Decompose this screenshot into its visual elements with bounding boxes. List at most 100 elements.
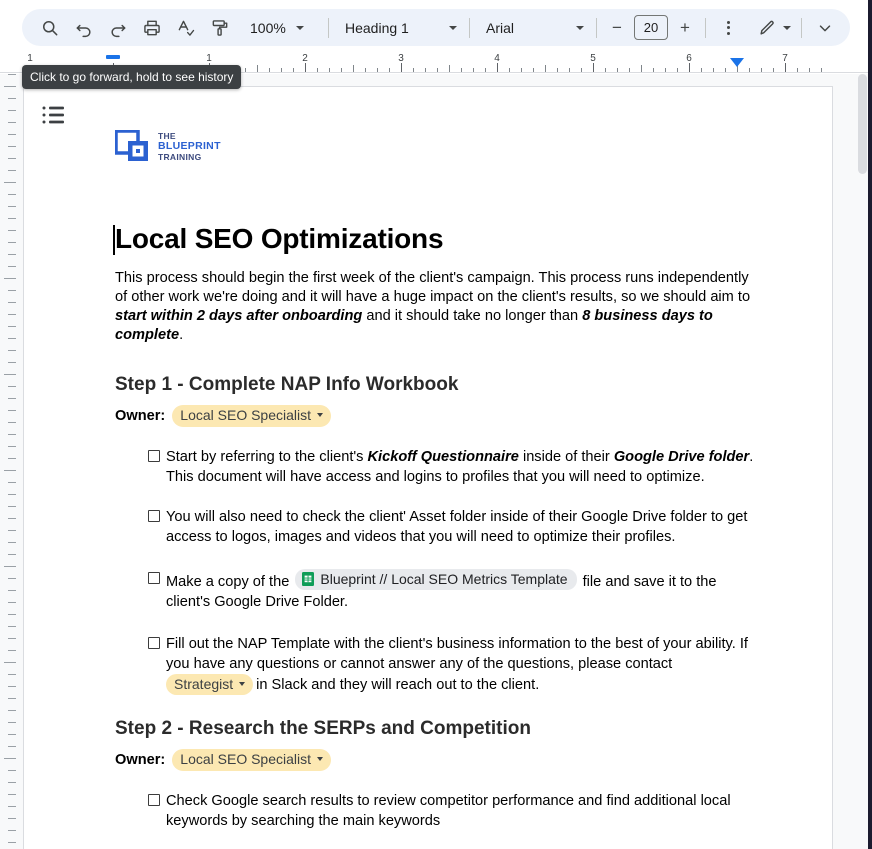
file-chip[interactable]: Blueprint // Local SEO Metrics Template bbox=[295, 568, 577, 590]
checklist: Check Google search results to review co… bbox=[115, 791, 755, 831]
font-size-stepper: − + bbox=[605, 15, 697, 40]
strategist-chip[interactable]: Strategist bbox=[166, 673, 254, 695]
font-family-value: Arial bbox=[486, 19, 515, 36]
hide-menus-chevron-icon[interactable] bbox=[810, 14, 840, 42]
vertical-ruler-tick bbox=[8, 290, 16, 291]
chevron-down-icon bbox=[783, 25, 791, 30]
blueprint-logo-mark bbox=[115, 130, 148, 161]
redo-icon[interactable] bbox=[104, 14, 132, 42]
file-chip-label: Blueprint // Local SEO Metrics Template bbox=[320, 570, 568, 587]
vertical-ruler-tick bbox=[8, 422, 16, 423]
vertical-ruler-tick bbox=[8, 734, 16, 735]
toolbar-right-group bbox=[751, 14, 850, 42]
vertical-ruler-tick bbox=[8, 554, 16, 555]
owner-chip[interactable]: Local SEO Specialist bbox=[172, 748, 332, 771]
vertical-ruler-tick bbox=[8, 770, 16, 771]
ruler-tick bbox=[641, 65, 642, 72]
document-canvas: THE BLUEPRINT TRAINING Local SEO Optimiz… bbox=[0, 74, 872, 849]
owner-chip[interactable]: Local SEO Specialist bbox=[172, 404, 332, 427]
paint-format-icon[interactable] bbox=[206, 14, 234, 42]
vertical-ruler-tick bbox=[8, 710, 16, 711]
left-indent-marker[interactable] bbox=[106, 55, 120, 59]
list-item[interactable]: Check Google search results to review co… bbox=[147, 791, 755, 831]
paragraph-style-value: Heading 1 bbox=[345, 19, 409, 36]
chevron-down-icon bbox=[576, 25, 584, 30]
vertical-ruler-tick bbox=[8, 806, 16, 807]
document-outline-icon[interactable] bbox=[41, 104, 67, 126]
search-icon[interactable] bbox=[36, 14, 64, 42]
ruler-tick bbox=[449, 65, 450, 72]
zoom-level-value: 100% bbox=[250, 19, 286, 36]
item-part-2: in Slack and they will reach out to the … bbox=[256, 676, 540, 693]
vertical-ruler-tick bbox=[8, 698, 16, 699]
undo-icon[interactable] bbox=[70, 14, 98, 42]
list-item[interactable]: Start by referring to the client's Kicko… bbox=[147, 447, 755, 487]
vertical-ruler-tick bbox=[8, 650, 16, 651]
vertical-ruler-tick bbox=[8, 218, 16, 219]
strategist-chip-label: Strategist bbox=[174, 675, 234, 692]
checkbox[interactable] bbox=[147, 449, 160, 462]
vertical-ruler-tick bbox=[8, 686, 16, 687]
vertical-ruler-tick bbox=[8, 110, 16, 111]
blueprint-training-logo: THE BLUEPRINT TRAINING bbox=[115, 129, 755, 165]
logo-line-3: TRAINING bbox=[158, 151, 202, 162]
vertical-scrollbar-thumb[interactable] bbox=[858, 74, 867, 174]
ruler-number: 1 bbox=[27, 53, 33, 64]
toolbar-region: 100% Heading 1 Arial − + bbox=[0, 0, 872, 52]
vertical-ruler-tick bbox=[8, 782, 16, 783]
vertical-ruler-tick bbox=[8, 398, 16, 399]
checklist: Start by referring to the client's Kicko… bbox=[115, 447, 755, 695]
vertical-ruler-tick bbox=[8, 122, 16, 123]
vertical-ruler-tick bbox=[4, 182, 16, 183]
zoom-level-select[interactable]: 100% bbox=[242, 14, 320, 42]
paragraph-style-select[interactable]: Heading 1 bbox=[337, 14, 461, 42]
vertical-ruler-tick bbox=[8, 326, 16, 327]
list-item[interactable]: You will also need to check the client' … bbox=[147, 507, 755, 547]
vertical-ruler-tick bbox=[4, 470, 16, 471]
font-size-input[interactable] bbox=[634, 15, 668, 40]
vertical-ruler bbox=[0, 74, 22, 849]
item-part-1: Check Google search results to review co… bbox=[166, 792, 731, 829]
font-family-select[interactable]: Arial bbox=[478, 14, 588, 42]
vertical-scrollbar[interactable] bbox=[856, 74, 868, 849]
ruler-tick bbox=[689, 63, 690, 72]
document-page[interactable]: THE BLUEPRINT TRAINING Local SEO Optimiz… bbox=[23, 86, 833, 849]
vertical-ruler-tick bbox=[8, 242, 16, 243]
ruler-tick bbox=[785, 63, 786, 72]
vertical-ruler-tick bbox=[8, 842, 16, 843]
toolbar-divider bbox=[328, 17, 329, 38]
vertical-ruler-tick bbox=[8, 230, 16, 231]
intro-part-1: This process should begin the first week… bbox=[115, 270, 751, 306]
item-part-1: You will also need to check the client' … bbox=[166, 508, 748, 545]
checkbox[interactable] bbox=[147, 636, 160, 649]
checkbox[interactable] bbox=[147, 509, 160, 522]
more-options-icon[interactable] bbox=[714, 14, 742, 42]
item-part-2: inside of their bbox=[518, 448, 614, 465]
toolbar-divider bbox=[705, 17, 706, 38]
vertical-ruler-tick bbox=[4, 566, 16, 567]
chevron-down-icon bbox=[317, 413, 324, 418]
vertical-ruler-tick bbox=[8, 578, 16, 579]
editing-mode-pencil-icon bbox=[760, 20, 774, 35]
vertical-ruler-tick bbox=[4, 374, 16, 375]
chevron-down-icon bbox=[295, 25, 304, 30]
editing-mode-button[interactable] bbox=[751, 14, 793, 42]
google-docs-window: 100% Heading 1 Arial − + bbox=[0, 0, 872, 849]
vertical-ruler-tick bbox=[8, 254, 16, 255]
list-item[interactable]: Fill out the NAP Template with the clien… bbox=[147, 634, 755, 695]
right-indent-marker[interactable] bbox=[730, 58, 744, 67]
vertical-ruler-tick bbox=[8, 674, 16, 675]
ruler-tick bbox=[593, 63, 594, 72]
checkbox[interactable] bbox=[147, 571, 160, 584]
logo-wordmark: THE BLUEPRINT TRAINING bbox=[158, 131, 221, 163]
increase-font-size-button[interactable]: + bbox=[673, 16, 697, 40]
list-item[interactable]: Make a copy of the Blueprint // Local SE… bbox=[147, 568, 755, 612]
decrease-font-size-button[interactable]: − bbox=[605, 16, 629, 40]
vertical-ruler-tick bbox=[8, 482, 16, 483]
checkbox[interactable] bbox=[147, 793, 160, 806]
vertical-ruler-tick bbox=[8, 794, 16, 795]
print-icon[interactable] bbox=[138, 14, 166, 42]
spelling-check-icon[interactable] bbox=[172, 14, 200, 42]
item-part-1: Fill out the NAP Template with the clien… bbox=[166, 635, 748, 672]
vertical-ruler-tick bbox=[8, 458, 16, 459]
